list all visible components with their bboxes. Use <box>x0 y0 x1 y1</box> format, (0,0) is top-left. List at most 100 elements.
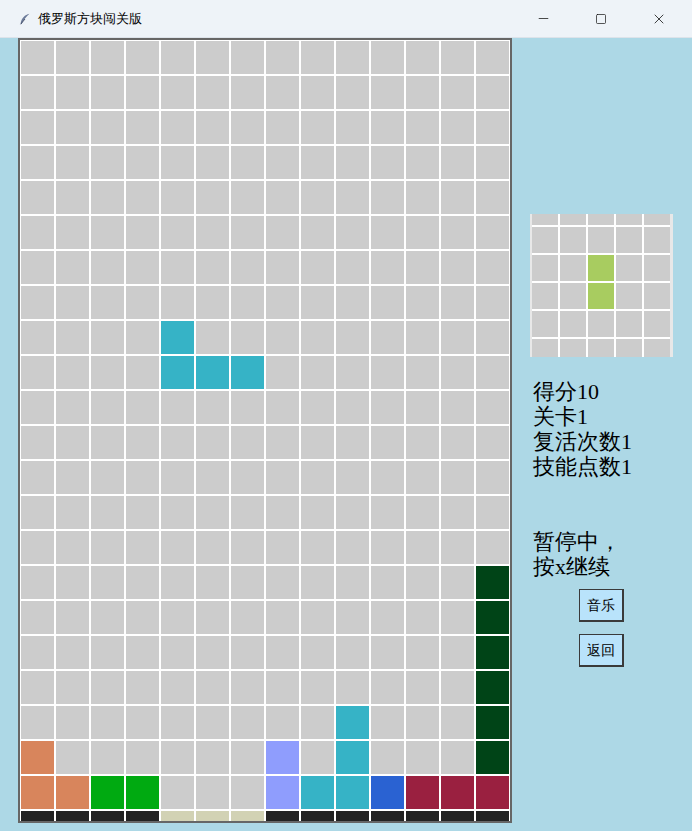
block-cell <box>301 776 334 809</box>
empty-cell <box>301 76 334 109</box>
empty-cell <box>406 741 439 774</box>
empty-cell <box>406 566 439 599</box>
empty-cell <box>196 426 229 459</box>
empty-cell <box>301 146 334 179</box>
empty-cell <box>476 251 509 284</box>
empty-cell <box>231 566 264 599</box>
empty-cell <box>231 426 264 459</box>
empty-cell <box>301 216 334 249</box>
feather-icon <box>18 12 32 26</box>
empty-cell <box>336 601 369 634</box>
empty-cell <box>616 311 642 337</box>
empty-cell <box>91 251 124 284</box>
empty-cell <box>56 426 89 459</box>
empty-cell <box>231 41 264 74</box>
empty-cell <box>301 356 334 389</box>
empty-cell <box>406 356 439 389</box>
empty-cell <box>406 76 439 109</box>
empty-cell <box>91 601 124 634</box>
empty-cell <box>266 531 299 564</box>
empty-cell <box>196 671 229 704</box>
block-cell <box>336 776 369 809</box>
empty-cell <box>266 41 299 74</box>
empty-cell <box>91 426 124 459</box>
empty-cell <box>196 776 229 809</box>
empty-cell <box>644 339 670 357</box>
empty-cell <box>91 496 124 529</box>
block-cell <box>21 811 54 823</box>
block-cell <box>196 356 229 389</box>
minimize-button[interactable] <box>514 0 572 37</box>
empty-cell <box>301 461 334 494</box>
empty-cell <box>21 41 54 74</box>
empty-cell <box>476 426 509 459</box>
empty-cell <box>441 391 474 424</box>
empty-cell <box>301 426 334 459</box>
empty-cell <box>21 76 54 109</box>
empty-cell <box>441 286 474 319</box>
empty-cell <box>161 426 194 459</box>
empty-cell <box>441 251 474 284</box>
block-cell <box>476 566 509 599</box>
empty-cell <box>21 531 54 564</box>
empty-cell <box>532 283 558 309</box>
empty-cell <box>301 286 334 319</box>
empty-cell <box>336 531 369 564</box>
empty-cell <box>406 181 439 214</box>
empty-cell <box>560 283 586 309</box>
empty-cell <box>91 181 124 214</box>
empty-cell <box>231 146 264 179</box>
block-cell <box>91 776 124 809</box>
empty-cell <box>126 426 159 459</box>
maximize-button[interactable] <box>572 0 630 37</box>
empty-cell <box>336 251 369 284</box>
empty-cell <box>336 111 369 144</box>
empty-cell <box>532 311 558 337</box>
empty-cell <box>56 111 89 144</box>
block-cell <box>476 706 509 739</box>
empty-cell <box>231 671 264 704</box>
status-line: 暂停中， <box>533 529 673 554</box>
empty-cell <box>231 251 264 284</box>
empty-cell <box>616 283 642 309</box>
close-button[interactable] <box>630 0 688 37</box>
empty-cell <box>126 741 159 774</box>
empty-cell <box>161 496 194 529</box>
empty-cell <box>301 41 334 74</box>
empty-cell <box>56 356 89 389</box>
empty-cell <box>371 216 404 249</box>
empty-cell <box>336 286 369 319</box>
empty-cell <box>21 426 54 459</box>
stat-line: 关卡1 <box>533 404 673 429</box>
music-button[interactable]: 音乐 <box>579 589 624 622</box>
empty-cell <box>266 461 299 494</box>
empty-cell <box>231 286 264 319</box>
empty-cell <box>441 111 474 144</box>
empty-cell <box>231 496 264 529</box>
empty-cell <box>91 461 124 494</box>
block-cell <box>406 811 439 823</box>
empty-cell <box>161 76 194 109</box>
empty-cell <box>371 286 404 319</box>
empty-cell <box>126 531 159 564</box>
block-cell <box>588 283 614 309</box>
empty-cell <box>56 181 89 214</box>
empty-cell <box>406 146 439 179</box>
empty-cell <box>560 255 586 281</box>
empty-cell <box>91 41 124 74</box>
block-cell <box>336 741 369 774</box>
block-cell <box>231 356 264 389</box>
empty-cell <box>91 321 124 354</box>
empty-cell <box>371 741 404 774</box>
empty-cell <box>56 601 89 634</box>
empty-cell <box>231 321 264 354</box>
back-button[interactable]: 返回 <box>579 634 624 667</box>
empty-cell <box>126 111 159 144</box>
empty-cell <box>91 216 124 249</box>
empty-cell <box>196 251 229 284</box>
empty-cell <box>616 214 642 225</box>
empty-cell <box>476 391 509 424</box>
empty-cell <box>126 181 159 214</box>
empty-cell <box>301 706 334 739</box>
block-cell <box>476 636 509 669</box>
